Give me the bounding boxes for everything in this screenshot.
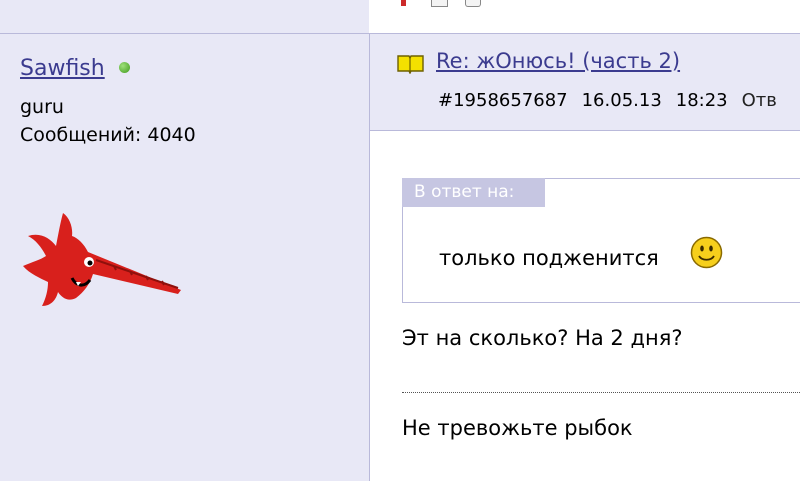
signature-separator [402, 392, 800, 393]
post-signature: Не тревожьте рыбок [402, 416, 633, 440]
previous-post-footer-sidebar [0, 0, 369, 33]
reply-link[interactable]: Отв [742, 90, 777, 111]
previous-post-action-icon[interactable] [465, 0, 481, 7]
book-icon [397, 55, 424, 74]
author-post-count: Сообщений: 4040 [20, 124, 196, 146]
sawfish-avatar-icon [23, 213, 181, 306]
quote-text: только подженится [439, 246, 659, 270]
previous-post-footer [0, 0, 800, 34]
online-status-icon [118, 62, 130, 73]
post-meta: #1958657687 16.05.13 18:23 Отв [438, 90, 791, 111]
post-header: Re: жОнюсь! (часть 2) #1958657687 16.05.1… [370, 34, 800, 131]
author-header: Sawfish [20, 56, 130, 81]
post-id: #1958657687 [438, 90, 568, 111]
post-time: 18:23 [675, 90, 728, 111]
author-name-link[interactable]: Sawfish [20, 56, 105, 81]
smile-icon [690, 236, 723, 269]
author-rank: guru [20, 96, 64, 118]
previous-post-checkbox-icon[interactable] [431, 0, 448, 7]
post-subject-link[interactable]: Re: жОнюсь! (часть 2) [436, 49, 680, 73]
previous-post-icon-red[interactable] [401, 0, 406, 6]
post-body: Эт на сколько? На 2 дня? [402, 326, 683, 350]
quote-label: В ответ на: [402, 178, 545, 207]
post-date: 16.05.13 [581, 90, 662, 111]
